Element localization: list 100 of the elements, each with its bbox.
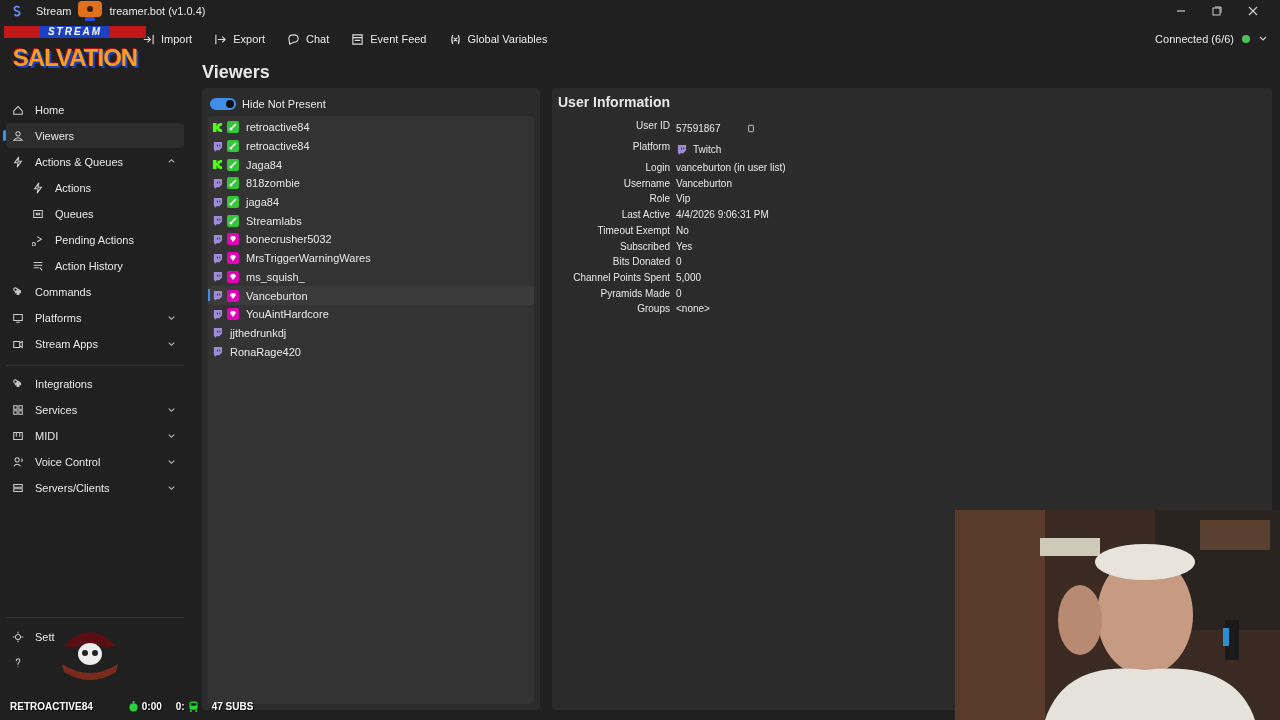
viewer-row[interactable]: YouAintHardcore — [208, 304, 534, 324]
person-icon — [12, 455, 24, 468]
copy-icon[interactable] — [746, 124, 755, 133]
field-value: Twitch — [693, 143, 722, 157]
viewer-row[interactable]: Streamlabs — [208, 211, 534, 231]
chat-bubble-icon — [212, 215, 223, 227]
chevron-down-icon[interactable] — [167, 431, 176, 440]
close-icon[interactable] — [1248, 6, 1258, 16]
field-label: Last Active — [620, 208, 670, 223]
settings-link[interactable]: Sett — [35, 631, 55, 643]
connection-status[interactable]: Connected (6/6) — [1155, 33, 1234, 45]
sidebar-item[interactable]: Platforms — [6, 305, 184, 330]
sidebar-item[interactable]: Services — [6, 397, 184, 422]
settings-icon[interactable] — [12, 631, 24, 643]
page-title: Viewers — [202, 62, 271, 84]
viewer-row[interactable]: ms_squish_ — [208, 267, 534, 287]
arrow-icon — [32, 233, 44, 246]
viewer-row[interactable]: Jaga84 — [208, 155, 534, 175]
sidebar-item[interactable]: Integrations — [6, 371, 184, 396]
toolbar-button[interactable]: Event Feed — [341, 28, 437, 50]
kick-icon — [212, 159, 223, 171]
viewer-row[interactable]: RonaRage420 — [208, 342, 534, 361]
field-value: 0 — [676, 286, 682, 301]
arrow-icon — [214, 32, 228, 46]
field-value: <none> — [676, 302, 710, 317]
camera-icon — [12, 337, 24, 350]
sidebar-item[interactable]: Viewers — [6, 123, 184, 148]
field-label: Username — [622, 176, 670, 191]
chat-bubble-icon — [212, 140, 223, 152]
chevron-up-icon[interactable] — [167, 157, 176, 166]
chat-bubble-icon — [212, 327, 223, 339]
field-value: Yes — [676, 239, 693, 254]
toolbar-button[interactable]: Export — [204, 28, 275, 50]
chat-bubble-icon — [212, 290, 223, 302]
chat-bubble-icon — [212, 196, 223, 208]
sidebar-item[interactable]: Queues — [6, 201, 184, 226]
stopwatch-icon — [128, 701, 138, 712]
viewer-row[interactable]: Vanceburton — [208, 286, 534, 305]
stream-timer: 0:00 — [141, 701, 162, 712]
sidebar-item[interactable]: Actions & Queues — [6, 149, 184, 174]
queue-icon — [32, 207, 44, 220]
maximize-icon[interactable] — [1212, 6, 1222, 16]
field-value: vanceburton (in user list) — [676, 161, 786, 175]
window-title: treamer.bot (v1.0.4) — [109, 5, 206, 17]
sidebar-item[interactable]: Action History — [6, 253, 184, 278]
bus-icon — [188, 701, 198, 712]
toolbar-button[interactable]: Chat — [277, 28, 340, 50]
person-icon — [12, 129, 24, 142]
app-icon — [12, 5, 22, 17]
sidebar-item[interactable]: Actions — [6, 175, 184, 200]
toolbar-button[interactable]: Global Variables — [438, 28, 558, 50]
chat-icon — [287, 32, 300, 46]
sidebar-item[interactable]: Servers/Clients — [6, 475, 184, 500]
chevron-down-icon[interactable] — [167, 483, 176, 492]
chat-bubble-icon — [212, 252, 223, 264]
chevron-down-icon[interactable] — [167, 339, 176, 348]
chat-bubble-icon — [212, 308, 223, 320]
field-value: 4/4/2026 9:06:31 PM — [676, 208, 769, 223]
field-value: 5,000 — [676, 270, 702, 285]
chat-bubble-icon — [212, 233, 223, 245]
field-label: Channel Points Spent — [572, 270, 670, 285]
bolt-icon — [12, 155, 24, 168]
field-value: Vip — [676, 192, 691, 207]
chevron-down-icon[interactable] — [167, 457, 176, 466]
sidebar-item[interactable]: Voice Control — [6, 449, 184, 474]
server-icon — [12, 481, 24, 494]
list-icon — [351, 32, 365, 46]
chevron-down-icon[interactable] — [167, 405, 176, 414]
streamer-name: RETROACTIVE84 — [10, 701, 93, 712]
sidebar-item[interactable]: Commands — [6, 279, 184, 304]
toggle-label: Hide Not Present — [242, 98, 326, 110]
tv-icon — [77, 0, 104, 22]
chat-bubble-icon — [676, 144, 687, 155]
chevron-down-icon[interactable] — [167, 313, 176, 322]
viewer-row[interactable]: 818zombie — [208, 174, 534, 193]
viewer-row[interactable]: bonecrusher5032 — [208, 230, 534, 249]
chat-bubble-icon — [212, 177, 223, 189]
field-label: Timeout Exempt — [596, 223, 670, 238]
arrow-icon — [142, 32, 155, 46]
field-label: Login — [644, 161, 670, 175]
field-value: Vanceburton — [676, 176, 732, 191]
field-label: Groups — [636, 302, 670, 317]
braces-icon — [448, 32, 462, 46]
stream-count: 0: — [175, 701, 185, 712]
sidebar-item[interactable]: MIDI — [6, 423, 184, 448]
field-label: Pyramids Made — [599, 286, 670, 301]
sidebar-item[interactable]: Home — [6, 97, 184, 122]
viewer-row[interactable]: MrsTriggerWarningWares — [208, 248, 534, 268]
viewer-row[interactable]: jjthedrunkdj — [208, 323, 534, 343]
viewer-row[interactable]: retroactive84 — [208, 118, 534, 137]
viewer-row[interactable]: retroactive84 — [208, 136, 534, 156]
grid-icon — [12, 403, 24, 416]
sidebar-item[interactable]: Pending Actions — [6, 227, 184, 252]
toggle-switch[interactable] — [210, 98, 236, 110]
list-icon — [32, 259, 44, 272]
viewer-row[interactable]: jaga84 — [208, 192, 534, 212]
field-value: 57591867 — [676, 122, 721, 136]
bolt-icon — [32, 181, 44, 194]
sidebar-item[interactable]: Stream Apps — [6, 331, 184, 356]
subscriber-count: 47 SUBS — [211, 701, 254, 712]
